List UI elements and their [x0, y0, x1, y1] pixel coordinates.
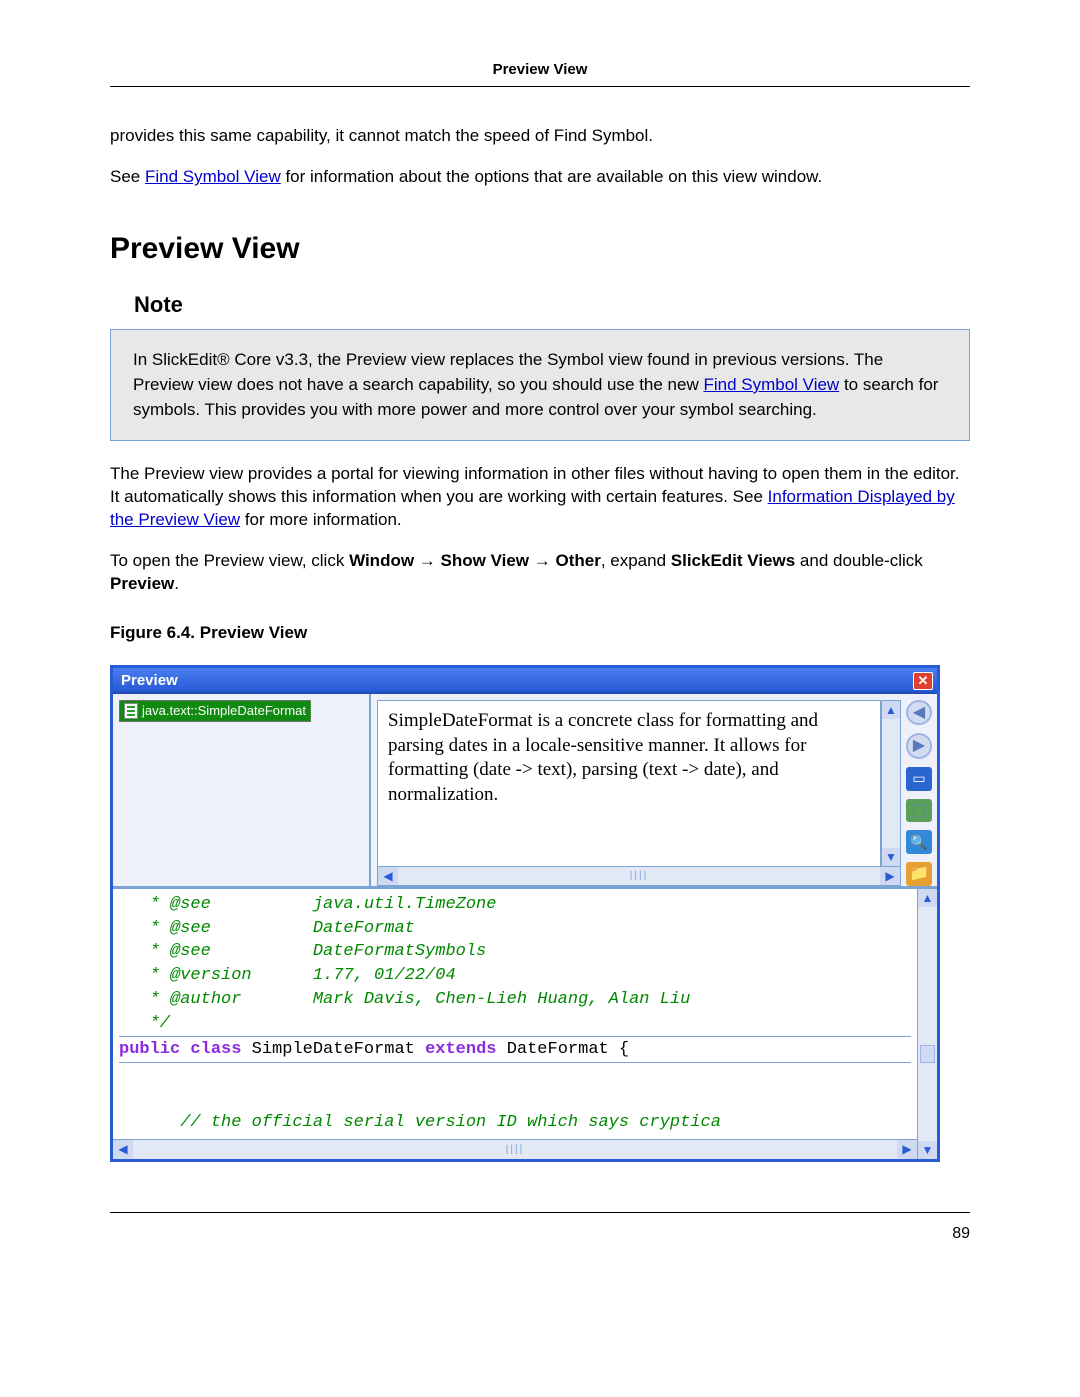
back-button[interactable]: ◀ — [906, 700, 932, 726]
references-button[interactable]: ⬚ — [906, 799, 932, 823]
scroll-right-icon[interactable]: ▶ — [897, 1140, 917, 1159]
body-p2-mid: , expand — [601, 551, 671, 570]
kw-class: class — [190, 1040, 241, 1059]
kw-public: public — [119, 1040, 180, 1059]
find-symbol-view-link[interactable]: Find Symbol View — [145, 167, 281, 186]
scroll-down-icon[interactable]: ▼ — [882, 848, 900, 866]
description-vertical-scrollbar[interactable]: ▲ ▼ — [881, 700, 901, 867]
options-button[interactable]: 📁 — [906, 862, 932, 886]
scroll-left-icon[interactable]: ◀ — [378, 867, 398, 885]
description-horizontal-scrollbar[interactable]: ◀ |||| ▶ — [377, 866, 901, 886]
titlebar[interactable]: Preview ✕ — [113, 668, 937, 694]
toolbar: ◀ ▶ ▭ ⬚ 🔍 📁 — [901, 694, 937, 886]
body-paragraph-1: The Preview view provides a portal for v… — [110, 463, 970, 532]
source-editor[interactable]: * @see java.util.TimeZone * @see DateFor… — [113, 889, 917, 1139]
menu-window: Window — [349, 551, 414, 570]
scroll-left-icon[interactable]: ◀ — [113, 1140, 133, 1159]
document-icon — [124, 703, 138, 719]
close-icon[interactable]: ✕ — [913, 672, 933, 690]
body-paragraph-2: To open the Preview view, click Window →… — [110, 550, 970, 596]
page-header: Preview View — [110, 60, 970, 87]
intro-paragraph-2: See Find Symbol View for information abo… — [110, 166, 970, 189]
code-line-2: * @see DateFormat — [119, 919, 415, 938]
code-line-5: * @author Mark Davis, Chen-Lieh Huang, A… — [119, 990, 690, 1009]
body-p2-mid2: and double-click — [795, 551, 923, 570]
code-line-9: // the official serial version ID which … — [119, 1113, 721, 1132]
description-pane: SimpleDateFormat is a concrete class for… — [371, 694, 937, 886]
scroll-up-icon[interactable]: ▲ — [918, 889, 937, 907]
scroll-right-icon[interactable]: ▶ — [880, 867, 900, 885]
kw-extends: extends — [425, 1040, 496, 1059]
scroll-track[interactable]: |||| — [398, 867, 880, 885]
source-horizontal-scrollbar[interactable]: ◀ |||| ▶ — [113, 1139, 917, 1159]
page-footer: 89 — [110, 1212, 970, 1245]
class-name: SimpleDateFormat — [241, 1040, 425, 1059]
arrow1: → — [414, 551, 440, 570]
scroll-track[interactable]: |||| — [133, 1140, 897, 1159]
search-button[interactable]: 🔍 — [906, 830, 932, 854]
intro-paragraph-1: provides this same capability, it cannot… — [110, 125, 970, 148]
scroll-thumb[interactable] — [920, 1045, 935, 1063]
source-panel: * @see java.util.TimeZone * @see DateFor… — [113, 886, 937, 1159]
menu-other: Other — [555, 551, 600, 570]
scroll-up-icon[interactable]: ▲ — [882, 701, 900, 719]
menu-show-view: Show View — [441, 551, 530, 570]
symbol-label: java.text::SimpleDateFormat — [142, 702, 306, 720]
preview-window: Preview ✕ java.text::SimpleDateFormat Si… — [110, 665, 940, 1162]
top-panel: java.text::SimpleDateFormat SimpleDateFo… — [113, 694, 937, 886]
symbol-tree-pane[interactable]: java.text::SimpleDateFormat — [113, 694, 371, 886]
body-p2-end: . — [174, 574, 179, 593]
source-vertical-scrollbar[interactable]: ▲ ▼ — [917, 889, 937, 1159]
note-title: Note — [134, 290, 970, 320]
tree-slickedit-views: SlickEdit Views — [671, 551, 795, 570]
goto-definition-button[interactable]: ▭ — [906, 767, 932, 791]
page-number: 89 — [952, 1225, 970, 1242]
intro-p2-pre: See — [110, 167, 145, 186]
window-title: Preview — [121, 671, 178, 691]
note-box: In SlickEdit® Core v3.3, the Preview vie… — [110, 329, 970, 441]
super-class: DateFormat { — [497, 1040, 630, 1059]
code-line-1: * @see java.util.TimeZone — [119, 895, 496, 914]
body-p1-post: for more information. — [240, 510, 402, 529]
note-find-symbol-link[interactable]: Find Symbol View — [703, 375, 839, 394]
intro-p2-post: for information about the options that a… — [281, 167, 823, 186]
scroll-down-icon[interactable]: ▼ — [918, 1141, 937, 1159]
body-p2-a: To open the Preview view, click — [110, 551, 349, 570]
description-text[interactable]: SimpleDateFormat is a concrete class for… — [377, 700, 881, 867]
figure-caption: Figure 6.4. Preview View — [110, 622, 970, 645]
code-line-3: * @see DateFormatSymbols — [119, 942, 486, 961]
section-title: Preview View — [110, 229, 970, 270]
class-declaration: public class SimpleDateFormat extends Da… — [119, 1036, 911, 1064]
item-preview: Preview — [110, 574, 174, 593]
code-line-6: */ — [119, 1014, 170, 1033]
forward-button[interactable]: ▶ — [906, 733, 932, 759]
arrow2: → — [529, 551, 555, 570]
symbol-item[interactable]: java.text::SimpleDateFormat — [119, 700, 311, 722]
code-line-4: * @version 1.77, 01/22/04 — [119, 966, 456, 985]
